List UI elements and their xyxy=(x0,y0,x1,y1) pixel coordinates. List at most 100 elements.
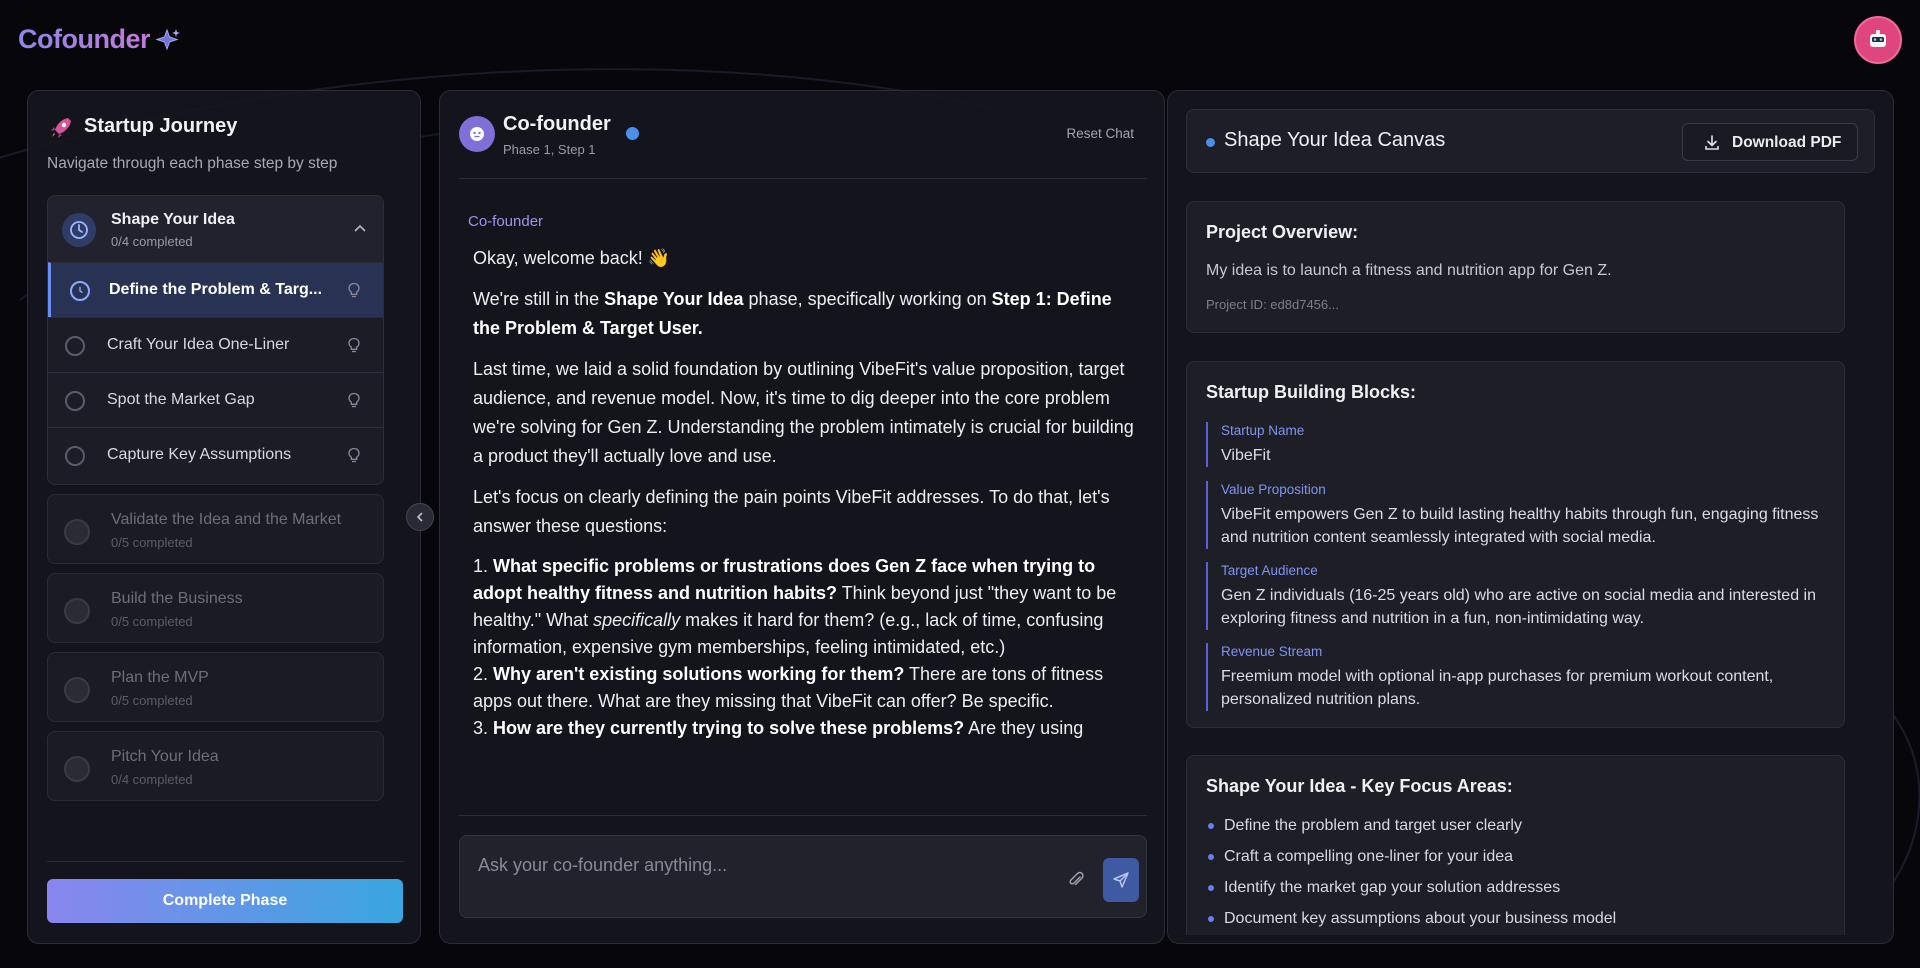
message-paragraph: Let's focus on clearly defining the pain… xyxy=(473,487,1110,536)
list-item: Identify the market gap your solution ad… xyxy=(1208,876,1828,907)
sparkle-icon xyxy=(156,28,180,51)
lightbulb-icon[interactable] xyxy=(347,392,361,409)
clock-icon xyxy=(70,281,90,301)
step-capture-assumptions[interactable]: Capture Key Assumptions xyxy=(48,427,383,482)
list-item: Craft a compelling one-liner for your id… xyxy=(1208,845,1828,876)
lightbulb-icon[interactable] xyxy=(347,447,361,464)
block-value: VibeFit xyxy=(1221,447,1271,464)
project-overview-card: Project Overview: My idea is to launch a… xyxy=(1186,201,1845,333)
bot-icon xyxy=(470,127,484,141)
reset-chat-button[interactable]: Reset Chat xyxy=(1066,126,1134,141)
phase-name: Shape Your Idea xyxy=(111,211,235,228)
idea-canvas-panel: Shape Your Idea Canvas Download PDF Proj… xyxy=(1167,90,1894,944)
phase-name: Validate the Idea and the Market xyxy=(111,511,342,528)
status-dot xyxy=(1206,138,1215,147)
phase-progress: 0/4 completed xyxy=(111,234,193,249)
chat-input-box xyxy=(459,835,1147,918)
paperclip-icon[interactable] xyxy=(1066,870,1086,890)
chat-subtitle: Phase 1, Step 1 xyxy=(503,142,596,157)
question-list: 1. What specific problems or frustration… xyxy=(473,553,1139,742)
block-value-proposition: Value Proposition VibeFit empowers Gen Z… xyxy=(1206,481,1826,549)
panel-subtitle: Navigate through each phase step by step xyxy=(47,155,338,172)
collapse-sidebar-button[interactable] xyxy=(406,503,434,531)
step-label: Capture Key Assumptions xyxy=(107,446,292,463)
block-label: Startup Name xyxy=(1221,423,1305,438)
project-id: Project ID: ed8d7456... xyxy=(1206,297,1339,312)
question-item: 2. Why aren't existing solutions working… xyxy=(473,664,1104,711)
phase-header[interactable]: Shape Your Idea 0/4 completed xyxy=(48,196,383,262)
phase-pitch[interactable]: Pitch Your Idea 0/4 completed xyxy=(47,731,384,801)
key-focus-card: Shape Your Idea - Key Focus Areas: Defin… xyxy=(1186,755,1845,935)
circle-icon xyxy=(65,336,85,356)
phase-name: Pitch Your Idea xyxy=(111,748,219,765)
lightbulb-icon[interactable] xyxy=(347,337,361,354)
phase-build-business[interactable]: Build the Business 0/5 completed xyxy=(47,573,384,643)
step-label: Spot the Market Gap xyxy=(107,391,255,408)
complete-phase-button[interactable]: Complete Phase xyxy=(47,879,403,923)
divider xyxy=(47,861,404,862)
block-revenue-stream: Revenue Stream Freemium model with optio… xyxy=(1206,643,1826,711)
phase-plan-mvp[interactable]: Plan the MVP 0/5 completed xyxy=(47,652,384,722)
send-icon xyxy=(1113,872,1129,888)
step-spot-market-gap[interactable]: Spot the Market Gap xyxy=(48,372,383,427)
circle-icon xyxy=(64,677,90,703)
download-label: Download PDF xyxy=(1732,134,1842,151)
card-title: Shape Your Idea - Key Focus Areas: xyxy=(1206,776,1513,796)
robot-icon xyxy=(1870,30,1886,47)
user-avatar[interactable] xyxy=(1854,16,1902,64)
phase-progress: 0/5 completed xyxy=(111,535,193,550)
phase-validate[interactable]: Validate the Idea and the Market 0/5 com… xyxy=(47,494,384,564)
circle-icon xyxy=(65,391,85,411)
panel-title: Startup Journey xyxy=(84,115,238,137)
download-pdf-button[interactable]: Download PDF xyxy=(1682,123,1858,161)
send-button[interactable] xyxy=(1103,858,1139,902)
app-header: Cofounder xyxy=(0,0,1920,82)
block-target-audience: Target Audience Gen Z individuals (16-25… xyxy=(1206,562,1826,630)
focus-list: Define the problem and target user clear… xyxy=(1208,814,1828,935)
step-define-problem[interactable]: Define the Problem & Targ... xyxy=(48,262,383,317)
phase-progress: 0/5 completed xyxy=(111,614,193,629)
phase-name: Build the Business xyxy=(111,590,243,607)
rocket-icon xyxy=(51,118,71,138)
canvas-title: Shape Your Idea Canvas xyxy=(1224,129,1446,151)
chat-message: Okay, welcome back! 👋 We're still in the… xyxy=(473,244,1139,742)
app-logo[interactable]: Cofounder xyxy=(18,24,150,55)
phase-name: Plan the MVP xyxy=(111,669,209,686)
block-value: Gen Z individuals (16-25 years old) who … xyxy=(1221,587,1816,627)
message-sender: Co-founder xyxy=(468,213,544,230)
circle-icon xyxy=(64,756,90,782)
list-item: Define the problem and target user clear… xyxy=(1208,814,1828,845)
step-craft-one-liner[interactable]: Craft Your Idea One-Liner xyxy=(48,317,383,372)
lightbulb-icon[interactable] xyxy=(347,282,361,299)
list-item: Document key assumptions about your busi… xyxy=(1208,907,1828,935)
chat-panel: Co-founder Phase 1, Step 1 Reset Chat Co… xyxy=(439,90,1165,944)
question-item: 3. How are they currently trying to solv… xyxy=(473,718,1084,738)
divider xyxy=(459,815,1147,816)
overview-text: My idea is to launch a fitness and nutri… xyxy=(1206,262,1612,279)
online-status-dot xyxy=(626,127,639,140)
circle-icon xyxy=(64,519,90,545)
cofounder-avatar xyxy=(459,116,495,152)
startup-journey-panel: Startup Journey Navigate through each ph… xyxy=(27,90,421,944)
chat-input[interactable] xyxy=(478,850,1038,880)
chat-messages[interactable]: Co-founder Okay, welcome back! 👋 We're s… xyxy=(459,191,1147,863)
canvas-header: Shape Your Idea Canvas Download PDF xyxy=(1186,109,1875,173)
phase-shape-your-idea: Shape Your Idea 0/4 completed Define the… xyxy=(47,195,384,485)
message-greeting: Okay, welcome back! 👋 xyxy=(473,248,671,268)
phase-progress: 0/4 completed xyxy=(111,772,193,787)
chat-title: Co-founder xyxy=(503,113,611,135)
divider xyxy=(459,178,1147,179)
step-label: Define the Problem & Targ... xyxy=(109,281,323,298)
question-item: 1. What specific problems or frustration… xyxy=(473,556,1117,657)
chevron-up-icon[interactable] xyxy=(353,222,367,236)
building-blocks-card: Startup Building Blocks: Startup Name Vi… xyxy=(1186,361,1845,728)
clock-icon xyxy=(62,213,96,247)
step-label: Craft Your Idea One-Liner xyxy=(107,336,290,353)
phase-progress: 0/5 completed xyxy=(111,693,193,708)
block-label: Revenue Stream xyxy=(1221,644,1323,659)
message-paragraph: Last time, we laid a solid foundation by… xyxy=(473,359,1134,466)
block-startup-name: Startup Name VibeFit xyxy=(1206,422,1826,467)
block-label: Value Proposition xyxy=(1221,482,1326,497)
block-value: Freemium model with optional in-app purc… xyxy=(1221,668,1774,708)
card-title: Startup Building Blocks: xyxy=(1206,382,1417,402)
